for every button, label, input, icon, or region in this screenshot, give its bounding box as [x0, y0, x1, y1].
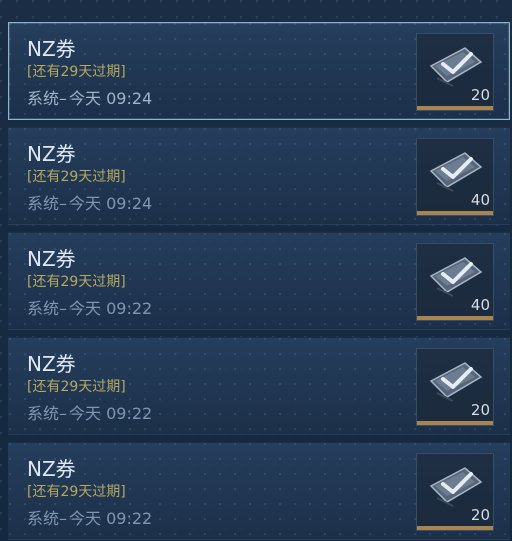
- voucher-icon: [429, 47, 483, 87]
- list-item[interactable]: NZ券 [还有29天过期] 系统– 今天 09:22 40: [8, 232, 510, 330]
- voucher-icon: [429, 467, 483, 507]
- separator: –: [59, 194, 68, 213]
- list-item[interactable]: NZ券 [还有29天过期] 系统– 今天 09:22 20: [8, 337, 510, 435]
- separator: –: [59, 509, 68, 528]
- voucher-count: 20: [470, 401, 490, 419]
- voucher-thumbnail[interactable]: 20: [416, 453, 494, 531]
- voucher-count: 20: [470, 86, 490, 104]
- expiry-label: [还有29天过期]: [27, 64, 126, 80]
- item-meta: 系统– 今天 09:22: [27, 299, 152, 319]
- time-label: 今天 09:22: [69, 509, 153, 528]
- list-item[interactable]: NZ券 [还有29天过期] 系统– 今天 09:24 20: [8, 22, 510, 120]
- voucher-count: 40: [470, 191, 490, 209]
- thumbnail-underline: [417, 211, 493, 215]
- voucher-count: 40: [470, 296, 490, 314]
- item-meta: 系统– 今天 09:22: [27, 404, 152, 424]
- time-label: 今天 09:24: [69, 89, 153, 108]
- expiry-label: [还有29天过期]: [27, 484, 126, 500]
- voucher-icon: [429, 152, 483, 192]
- sender-label: 系统: [27, 89, 60, 108]
- time-label: 今天 09:22: [69, 404, 153, 423]
- voucher-count: 20: [470, 506, 490, 524]
- voucher-thumbnail[interactable]: 20: [416, 348, 494, 426]
- item-meta: 系统– 今天 09:24: [27, 194, 152, 214]
- voucher-icon: [429, 362, 483, 402]
- thumbnail-underline: [417, 421, 493, 425]
- separator: –: [59, 404, 68, 423]
- separator: –: [59, 299, 68, 318]
- thumbnail-underline: [417, 106, 493, 110]
- item-meta: 系统– 今天 09:24: [27, 89, 152, 109]
- expiry-label: [还有29天过期]: [27, 274, 126, 290]
- sender-label: 系统: [27, 194, 60, 213]
- sender-label: 系统: [27, 509, 60, 528]
- sender-label: 系统: [27, 299, 60, 318]
- separator: –: [59, 89, 68, 108]
- sender-label: 系统: [27, 404, 60, 423]
- list-item[interactable]: NZ券 [还有29天过期] 系统– 今天 09:24 40: [8, 127, 510, 225]
- item-title: NZ券: [27, 247, 76, 271]
- thumbnail-underline: [417, 526, 493, 530]
- voucher-thumbnail[interactable]: 20: [416, 33, 494, 111]
- item-title: NZ券: [27, 142, 76, 166]
- voucher-thumbnail[interactable]: 40: [416, 243, 494, 321]
- time-label: 今天 09:22: [69, 299, 153, 318]
- list-item[interactable]: NZ券 [还有29天过期] 系统– 今天 09:22 20: [8, 442, 510, 540]
- voucher-list: NZ券 [还有29天过期] 系统– 今天 09:24 20 NZ券 [还有29天过…: [0, 0, 512, 541]
- item-meta: 系统– 今天 09:22: [27, 509, 152, 529]
- time-label: 今天 09:24: [69, 194, 153, 213]
- voucher-thumbnail[interactable]: 40: [416, 138, 494, 216]
- thumbnail-underline: [417, 316, 493, 320]
- item-title: NZ券: [27, 352, 76, 376]
- voucher-icon: [429, 257, 483, 297]
- expiry-label: [还有29天过期]: [27, 169, 126, 185]
- item-title: NZ券: [27, 457, 76, 481]
- item-title: NZ券: [27, 37, 76, 61]
- expiry-label: [还有29天过期]: [27, 379, 126, 395]
